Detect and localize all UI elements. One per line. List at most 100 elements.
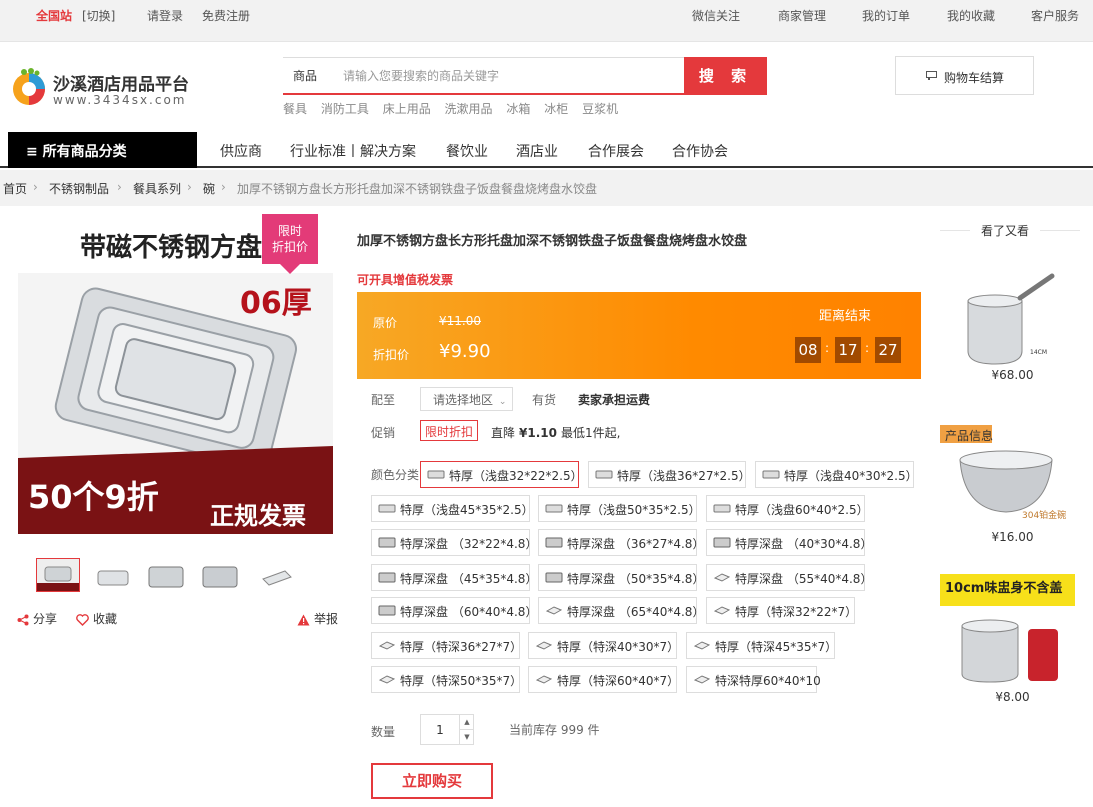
search-button[interactable]: 搜 索 (684, 57, 767, 95)
thumbnail[interactable] (36, 558, 80, 592)
promotion-amount: ¥1.10 (519, 426, 557, 440)
hot-word[interactable]: 餐具 (283, 102, 307, 116)
also-viewed-item[interactable]: 产品信息 304铂金碗 ¥16.00 (940, 420, 1075, 550)
option-button[interactable]: 特厚深盘 （36*27*4.8） (538, 529, 704, 556)
thumbnail[interactable] (144, 558, 188, 592)
option-button[interactable]: 特厚深盘 （32*22*4.8） (371, 529, 537, 556)
nav-item-standards[interactable]: 行业标准丨解决方案 (290, 141, 416, 161)
quantity-increase-button[interactable]: ▲ (459, 715, 474, 730)
option-button[interactable]: 特厚（浅盘32*22*2.5） (420, 461, 583, 488)
option-button[interactable]: 特厚深盘 （65*40*4.8） (538, 597, 704, 624)
tray-icon (713, 504, 731, 513)
option-button[interactable]: 特厚深盘 （40*30*4.8） (706, 529, 872, 556)
breadcrumb-separator: › (117, 180, 122, 194)
tray-icon (378, 537, 396, 548)
option-button[interactable]: 特厚（特深60*40*7） (528, 666, 679, 693)
original-price: ¥11.00 (439, 314, 481, 328)
option-button[interactable]: 特厚（浅盘50*35*2.5） (538, 495, 701, 522)
svg-text:14CM: 14CM (1030, 349, 1047, 356)
register-link[interactable]: 免费注册 (202, 7, 250, 24)
hot-word[interactable]: 冰柜 (544, 102, 568, 116)
login-link[interactable]: 请登录 (147, 7, 183, 24)
all-categories-menu[interactable]: ≡ 所有商品分类 (8, 132, 197, 168)
option-button[interactable]: 特厚（浅盘45*35*2.5） (371, 495, 534, 522)
switch-site-link[interactable]: [切换] (82, 7, 115, 24)
breadcrumb-item[interactable]: 首页 (3, 180, 27, 197)
option-label: 特厚深盘 （36*27*4.8） (567, 537, 705, 551)
option-button[interactable]: 特厚（浅盘36*27*2.5） (588, 461, 751, 488)
hot-word[interactable]: 豆浆机 (582, 102, 618, 116)
quantity-input[interactable]: 1 (421, 723, 459, 737)
thumbnail-image (255, 559, 297, 591)
promotion-detail: 直降 ¥1.10 最低1件起, (491, 424, 620, 441)
buy-now-button[interactable]: 立即购买 (371, 763, 493, 799)
search-input[interactable] (343, 64, 673, 88)
option-button[interactable]: 特厚深盘 （45*35*4.8） (371, 564, 537, 591)
option-label: 特厚（特深50*35*7） (400, 674, 523, 688)
breadcrumb-current: 加厚不锈钢方盘长方形托盘加深不锈钢铁盘子饭盘餐盘烧烤盘水饺盘 (237, 182, 598, 196)
tray-icon (535, 641, 553, 650)
option-button[interactable]: 特厚深盘 （55*40*4.8） (706, 564, 872, 591)
thumbnail-image (92, 559, 134, 591)
product-title: 加厚不锈钢方盘长方形托盘加深不锈钢铁盘子饭盘餐盘烧烤盘水饺盘 (357, 234, 748, 249)
site-selector[interactable]: 全国站 (36, 7, 72, 24)
thumbnail-image (145, 559, 187, 591)
hot-word[interactable]: 消防工具 (321, 102, 369, 116)
original-price-label: 原价 (373, 316, 398, 330)
favorite-button[interactable]: 收藏 (76, 610, 117, 627)
quantity-label: 数量 (371, 725, 396, 739)
region-select[interactable]: 请选择地区 ⌄ (420, 387, 513, 411)
also-viewed-item[interactable]: 14CM ¥68.00 (940, 256, 1075, 386)
merchant-admin-link[interactable]: 商家管理 (778, 7, 826, 24)
vat-invoice-note: 可开具增值税发票 (357, 273, 454, 287)
nav-item-suppliers[interactable]: 供应商 (220, 141, 262, 161)
quantity-decrease-button[interactable]: ▼ (459, 730, 474, 745)
also-viewed-item[interactable]: 10cm味盅身不含盖 ¥8.00 (940, 574, 1075, 708)
also-viewed-price: ¥8.00 (995, 690, 1030, 704)
favorite-label: 收藏 (93, 612, 118, 626)
thumbnail[interactable] (254, 558, 298, 592)
breadcrumb-item[interactable]: 餐具系列 (133, 180, 181, 197)
my-orders-link[interactable]: 我的订单 (862, 7, 910, 24)
nav-item-catering[interactable]: 餐饮业 (446, 141, 488, 161)
option-button[interactable]: 特厚（浅盘60*40*2.5） (706, 495, 869, 522)
promo-tag-line2: 折扣价 (271, 240, 308, 254)
option-button[interactable]: 特厚（特深50*35*7） (371, 666, 523, 693)
option-button[interactable]: 特厚深盘 （60*40*4.8） (371, 597, 537, 624)
logo-title: 沙溪酒店用品平台 (53, 75, 189, 95)
option-button[interactable]: 特深特厚60*40*10 (686, 666, 821, 693)
tray-icon (713, 573, 731, 582)
share-button[interactable]: 分享 (17, 610, 57, 627)
option-label: 特厚深盘 （65*40*4.8） (567, 605, 705, 619)
option-button[interactable]: 特厚（特深45*35*7） (686, 632, 837, 659)
wechat-follow-link[interactable]: 微信关注 (692, 7, 740, 24)
shipping-note: 卖家承担运费 (578, 393, 651, 407)
thumbnail[interactable] (91, 558, 135, 592)
option-button[interactable]: 特厚（特深32*22*7） (706, 597, 857, 624)
option-button[interactable]: 特厚（浅盘40*30*2.5） (755, 461, 918, 488)
option-label: 特厚深盘 （40*30*4.8） (735, 537, 873, 551)
option-label: 特厚深盘 （50*35*4.8） (567, 572, 705, 586)
report-button[interactable]: 举报 (297, 610, 338, 627)
tray-icon (378, 504, 396, 513)
cart-checkout-button[interactable]: 购物车结算 (895, 56, 1034, 95)
customer-service-link[interactable]: 客户服务 (1031, 7, 1079, 24)
nav-item-hotel[interactable]: 酒店业 (516, 141, 558, 161)
site-logo[interactable]: 沙溪酒店用品平台 www.3434sx.com (10, 66, 200, 110)
image-footer-right: 正规发票 (210, 502, 306, 530)
thumbnail[interactable] (198, 558, 242, 592)
nav-item-exhibitions[interactable]: 合作展会 (588, 141, 644, 161)
nav-item-associations[interactable]: 合作协会 (672, 141, 728, 161)
option-button[interactable]: 特厚（特深36*27*7） (371, 632, 522, 659)
search-category[interactable]: 商品 (293, 67, 317, 84)
my-favorites-link[interactable]: 我的收藏 (947, 7, 995, 24)
hot-word[interactable]: 洗漱用品 (445, 102, 493, 116)
breadcrumb-item[interactable]: 碗 (203, 180, 215, 197)
option-button[interactable]: 特厚深盘 （50*35*4.8） (538, 564, 704, 591)
hot-word[interactable]: 冰箱 (506, 102, 530, 116)
breadcrumb-item[interactable]: 不锈钢制品 (49, 180, 109, 197)
hot-word[interactable]: 床上用品 (383, 102, 431, 116)
hot-search-words: 餐具 消防工具 床上用品 洗漱用品 冰箱 冰柜 豆浆机 (283, 100, 628, 117)
option-button[interactable]: 特厚（特深40*30*7） (528, 632, 679, 659)
promotion-badge: 限时折扣 (420, 420, 479, 441)
